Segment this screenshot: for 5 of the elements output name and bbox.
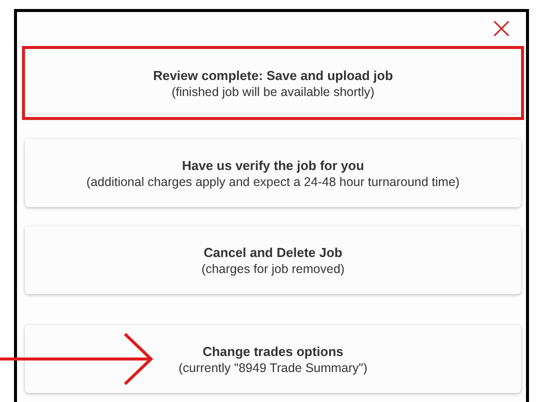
option-button[interactable]: Cancel and Delete Job (charges for job removed) — [25, 226, 521, 294]
option-button[interactable]: Change trades options (currently "8949 Trade Summary") — [25, 325, 521, 393]
option-button[interactable]: Review complete: Save and upload job (finished job will be available shortly) — [22, 46, 524, 120]
close-button[interactable]: × — [488, 14, 524, 44]
option-button[interactable]: Have us verify the job for you (additional charges apply and expect a 24-48 hour turnaround time) — [25, 139, 521, 207]
